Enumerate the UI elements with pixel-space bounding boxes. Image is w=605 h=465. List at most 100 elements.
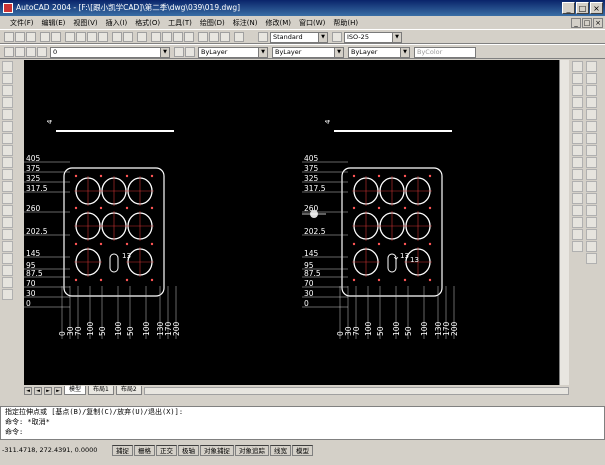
- multiline-text-icon[interactable]: [1, 265, 13, 276]
- menu-help[interactable]: 帮助(H): [329, 18, 362, 28]
- snap-insert-icon[interactable]: [585, 205, 597, 216]
- arc-icon[interactable]: [1, 121, 13, 132]
- snap-quadrant-icon[interactable]: [585, 157, 597, 168]
- pan-icon[interactable]: [151, 32, 161, 42]
- make-block-icon[interactable]: [1, 205, 13, 216]
- polar-toggle[interactable]: 极轴: [178, 444, 199, 456]
- plate-left-grid-point[interactable]: [74, 242, 78, 246]
- plate-left-y-dim-label[interactable]: 0: [26, 299, 31, 308]
- plate-left-grid-point[interactable]: [125, 242, 129, 246]
- explode-icon[interactable]: [571, 241, 583, 252]
- plate-left-grid-point[interactable]: [74, 278, 78, 282]
- snap-none-icon[interactable]: [585, 241, 597, 252]
- plate-left-y-dim-label[interactable]: 70: [26, 279, 36, 288]
- menu-draw[interactable]: 绘图(D): [196, 18, 229, 28]
- snap-from-icon[interactable]: [585, 73, 597, 84]
- plate-left-grid-point[interactable]: [125, 278, 129, 282]
- zoom-previous-icon[interactable]: [184, 32, 194, 42]
- command-window[interactable]: 指定拉伸点或 [基点(B)/复制(C)/放弃(U)/退出(X)]: 命令: *取…: [0, 406, 605, 440]
- lineweight-toggle[interactable]: 线宽: [270, 444, 291, 456]
- plate-left-grid-point[interactable]: [74, 206, 78, 210]
- plate-left-y-dim-label[interactable]: 260: [26, 204, 41, 213]
- tab-layout2[interactable]: 布局2: [115, 386, 142, 395]
- revision-cloud-icon[interactable]: [1, 145, 13, 156]
- preview-icon[interactable]: [51, 32, 61, 42]
- snap-node-icon[interactable]: [585, 217, 597, 228]
- chevron-down-icon[interactable]: ▼: [334, 48, 343, 57]
- vertical-scrollbar[interactable]: [559, 60, 569, 385]
- chevron-down-icon[interactable]: ▼: [400, 48, 409, 57]
- plate-left-grid-point[interactable]: [99, 278, 103, 282]
- scale-icon[interactable]: [571, 145, 583, 156]
- plate-right-x-dim-label[interactable]: 100: [392, 321, 401, 336]
- plate-left-callout-13[interactable]: 13: [122, 252, 131, 260]
- snap-perpendicular-icon[interactable]: [585, 181, 597, 192]
- help-icon[interactable]: [234, 32, 244, 42]
- hyperlink-icon[interactable]: [137, 32, 147, 42]
- region-icon[interactable]: [1, 241, 13, 252]
- break-icon[interactable]: [571, 193, 583, 204]
- plate-right-grid-point[interactable]: [377, 242, 381, 246]
- ellipse-arc-icon[interactable]: [1, 181, 13, 192]
- erase-icon[interactable]: [571, 61, 583, 72]
- horizontal-scrollbar[interactable]: [143, 386, 569, 395]
- plate-left-grid-point[interactable]: [150, 278, 154, 282]
- snap-tangent-icon[interactable]: [585, 169, 597, 180]
- plate-left-x-dim-label[interactable]: 70: [74, 326, 83, 336]
- maximize-button[interactable]: □: [576, 2, 589, 14]
- plate-right-grid-point[interactable]: [352, 174, 356, 178]
- polyline-icon[interactable]: [1, 85, 13, 96]
- plate-right-grid-point[interactable]: [377, 174, 381, 178]
- snap-endpoint-icon[interactable]: [585, 85, 597, 96]
- plate-left-x-dim-label[interactable]: 100: [142, 321, 151, 336]
- plate-left-grid-point[interactable]: [150, 242, 154, 246]
- plate-right-grid-point[interactable]: [352, 278, 356, 282]
- snap-parallel-icon[interactable]: [585, 193, 597, 204]
- plate-right-y-dim-label[interactable]: 87.5: [304, 269, 321, 278]
- ortho-toggle[interactable]: 正交: [156, 444, 177, 456]
- chevron-down-icon[interactable]: ▼: [318, 33, 327, 42]
- callout-y[interactable]: Y: [393, 256, 399, 264]
- osnap-settings-icon[interactable]: [585, 253, 597, 264]
- text-style-icon[interactable]: [258, 32, 268, 42]
- menu-format[interactable]: 格式(O): [131, 18, 164, 28]
- print-icon[interactable]: [40, 32, 50, 42]
- snap-temp-track-icon[interactable]: [585, 61, 597, 72]
- tab-prev-icon[interactable]: ◄: [34, 386, 42, 395]
- coordinate-readout[interactable]: -311.4718, 272.4391, 0.0000: [0, 446, 112, 454]
- drawing-svg[interactable]: 4405375325317.5260202.51459587.5703000 30…: [24, 60, 559, 385]
- snap-toggle[interactable]: 捕捉: [112, 444, 133, 456]
- plate-right-grid-point[interactable]: [403, 206, 407, 210]
- open-icon[interactable]: [15, 32, 25, 42]
- snap-intersection-icon[interactable]: [585, 109, 597, 120]
- point-icon[interactable]: [1, 217, 13, 228]
- plate-right-grid-point[interactable]: [403, 278, 407, 282]
- plate-right-grid-point[interactable]: [403, 174, 407, 178]
- plate-left-grid-point[interactable]: [99, 206, 103, 210]
- plate-left-y-dim-label[interactable]: 325: [26, 174, 41, 183]
- hatch-icon[interactable]: [1, 229, 13, 240]
- text-style-select[interactable]: Standard ▼: [270, 32, 328, 43]
- lineweight-select[interactable]: ByLayer ▼: [348, 47, 410, 58]
- tab-last-icon[interactable]: ►: [54, 386, 62, 395]
- snap-midpoint-icon[interactable]: [585, 97, 597, 108]
- menu-file[interactable]: 文件(F): [6, 18, 38, 28]
- linetype-select[interactable]: ByLayer ▼: [272, 47, 344, 58]
- paste-icon[interactable]: [87, 32, 97, 42]
- minimize-button[interactable]: _: [562, 2, 575, 14]
- move-icon[interactable]: [571, 121, 583, 132]
- snap-nearest-icon[interactable]: [585, 229, 597, 240]
- layer-lock-icon[interactable]: [37, 47, 47, 57]
- new-icon[interactable]: [4, 32, 14, 42]
- plate-right-callout-13[interactable]: 13: [400, 252, 409, 260]
- plate-left-y-dim-label[interactable]: 30: [26, 289, 36, 298]
- make-current-icon[interactable]: [174, 47, 184, 57]
- plate-left-x-dim-label[interactable]: 200: [172, 321, 181, 336]
- cut-icon[interactable]: [65, 32, 75, 42]
- match-properties-icon[interactable]: [98, 32, 108, 42]
- construction-line-icon[interactable]: [1, 73, 13, 84]
- plate-left-grid-point[interactable]: [150, 206, 154, 210]
- plate-left-y-dim-label[interactable]: 202.5: [26, 227, 48, 236]
- plate-left-x-dim-label[interactable]: 100: [114, 321, 123, 336]
- chevron-down-icon[interactable]: ▼: [392, 33, 401, 42]
